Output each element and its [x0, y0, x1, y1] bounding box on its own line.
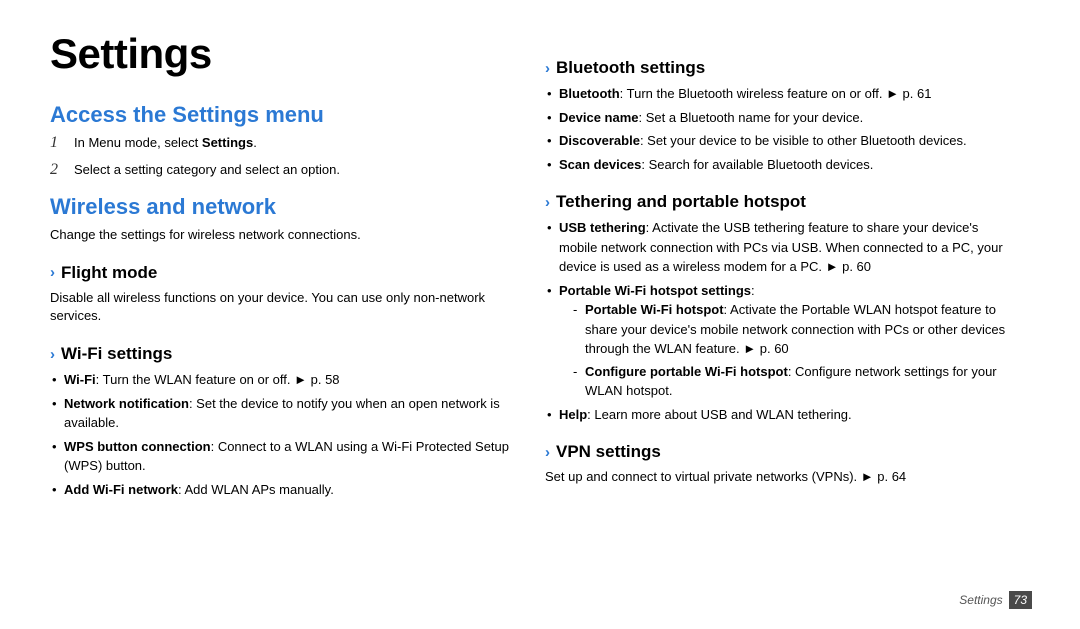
chevron-right-icon: › — [50, 347, 55, 362]
step-number: 2 — [50, 161, 64, 180]
list-item: Network notification: Set the device to … — [52, 394, 515, 433]
text-run: : Turn the WLAN feature on or off. — [96, 372, 294, 387]
text-run: In Menu mode, select — [74, 135, 202, 150]
text-run: : Add WLAN APs manually. — [178, 482, 334, 497]
subsection-label: Tethering and portable hotspot — [556, 192, 806, 212]
bold-run: Scan devices — [559, 157, 641, 172]
list-item: Add Wi-Fi network: Add WLAN APs manually… — [52, 480, 515, 500]
bold-run: WPS button connection — [64, 439, 211, 454]
bold-run: Portable Wi-Fi hotspot settings — [559, 283, 751, 298]
chevron-right-icon: › — [545, 195, 550, 210]
page-ref: ► p. 61 — [886, 86, 931, 101]
list-item: USB tethering: Activate the USB tetherin… — [547, 218, 1010, 277]
step-number: 1 — [50, 134, 64, 153]
list-item: Help: Learn more about USB and WLAN teth… — [547, 405, 1010, 425]
bold-run: Add Wi-Fi network — [64, 482, 178, 497]
list-item: Portable Wi-Fi hotspot settings: Portabl… — [547, 281, 1010, 401]
sublist-item: Configure portable Wi-Fi hotspot: Config… — [573, 362, 1010, 401]
page-ref: ► p. 58 — [294, 372, 339, 387]
subsection-label: Bluetooth settings — [556, 58, 705, 78]
left-column: Settings Access the Settings menu 1 In M… — [50, 30, 545, 619]
text-run: : Turn the Bluetooth wireless feature on… — [620, 86, 886, 101]
list-item: Wi-Fi: Turn the WLAN feature on or off. … — [52, 370, 515, 390]
chevron-right-icon: › — [50, 265, 55, 280]
step-text: Select a setting category and select an … — [74, 161, 515, 180]
vpn-text: Set up and connect to virtual private ne… — [545, 468, 1010, 487]
subsection-bluetooth-settings: › Bluetooth settings — [545, 58, 1010, 78]
list-item: Device name: Set a Bluetooth name for yo… — [547, 108, 1010, 128]
page-ref: ► p. 60 — [826, 259, 871, 274]
right-column: › Bluetooth settings Bluetooth: Turn the… — [545, 30, 1040, 619]
bold-run: Network notification — [64, 396, 189, 411]
list-item: WPS button connection: Connect to a WLAN… — [52, 437, 515, 476]
page-footer: Settings 73 — [959, 591, 1032, 609]
section-access-settings: Access the Settings menu — [50, 102, 515, 128]
text-run: : Search for available Bluetooth devices… — [641, 157, 873, 172]
step-2: 2 Select a setting category and select a… — [50, 161, 515, 180]
text-run: . — [253, 135, 257, 150]
page-number: 73 — [1009, 591, 1032, 609]
manual-page: Settings Access the Settings menu 1 In M… — [0, 0, 1080, 629]
subsection-label: Flight mode — [61, 263, 157, 283]
subsection-vpn-settings: › VPN settings — [545, 442, 1010, 462]
sublist-item: Portable Wi-Fi hotspot: Activate the Por… — [573, 300, 1010, 359]
list-item: Scan devices: Search for available Bluet… — [547, 155, 1010, 175]
bold-run: Settings — [202, 135, 253, 150]
bold-run: Bluetooth — [559, 86, 620, 101]
list-item: Discoverable: Set your device to be visi… — [547, 131, 1010, 151]
page-title: Settings — [50, 30, 515, 78]
section-wireless-network: Wireless and network — [50, 194, 515, 220]
text-run: : Set a Bluetooth name for your device. — [639, 110, 864, 125]
bold-run: Device name — [559, 110, 639, 125]
chevron-right-icon: › — [545, 445, 550, 460]
step-text: In Menu mode, select Settings. — [74, 134, 515, 153]
bold-run: Wi-Fi — [64, 372, 96, 387]
list-item: Bluetooth: Turn the Bluetooth wireless f… — [547, 84, 1010, 104]
text-run: : Learn more about USB and WLAN tetherin… — [587, 407, 851, 422]
subsection-tethering: › Tethering and portable hotspot — [545, 192, 1010, 212]
subsection-label: Wi-Fi settings — [61, 344, 172, 364]
page-ref: ► p. 64 — [861, 469, 906, 484]
tethering-list: USB tethering: Activate the USB tetherin… — [545, 218, 1010, 424]
footer-section: Settings — [959, 593, 1002, 607]
step-1: 1 In Menu mode, select Settings. — [50, 134, 515, 153]
bold-run: Configure portable Wi-Fi hotspot — [585, 364, 788, 379]
intro-text: Change the settings for wireless network… — [50, 226, 515, 245]
chevron-right-icon: › — [545, 61, 550, 76]
bold-run: Portable Wi-Fi hotspot — [585, 302, 724, 317]
page-ref: ► p. 60 — [743, 341, 788, 356]
subsection-label: VPN settings — [556, 442, 661, 462]
flight-mode-text: Disable all wireless functions on your d… — [50, 289, 515, 327]
tethering-sublist: Portable Wi-Fi hotspot: Activate the Por… — [559, 300, 1010, 401]
bold-run: Help — [559, 407, 587, 422]
text-run: : Set your device to be visible to other… — [640, 133, 967, 148]
bluetooth-list: Bluetooth: Turn the Bluetooth wireless f… — [545, 84, 1010, 174]
bold-run: USB tethering — [559, 220, 646, 235]
text-run: : — [751, 283, 755, 298]
text-run: Set up and connect to virtual private ne… — [545, 469, 861, 484]
subsection-wifi-settings: › Wi-Fi settings — [50, 344, 515, 364]
wifi-settings-list: Wi-Fi: Turn the WLAN feature on or off. … — [50, 370, 515, 499]
subsection-flight-mode: › Flight mode — [50, 263, 515, 283]
bold-run: Discoverable — [559, 133, 640, 148]
